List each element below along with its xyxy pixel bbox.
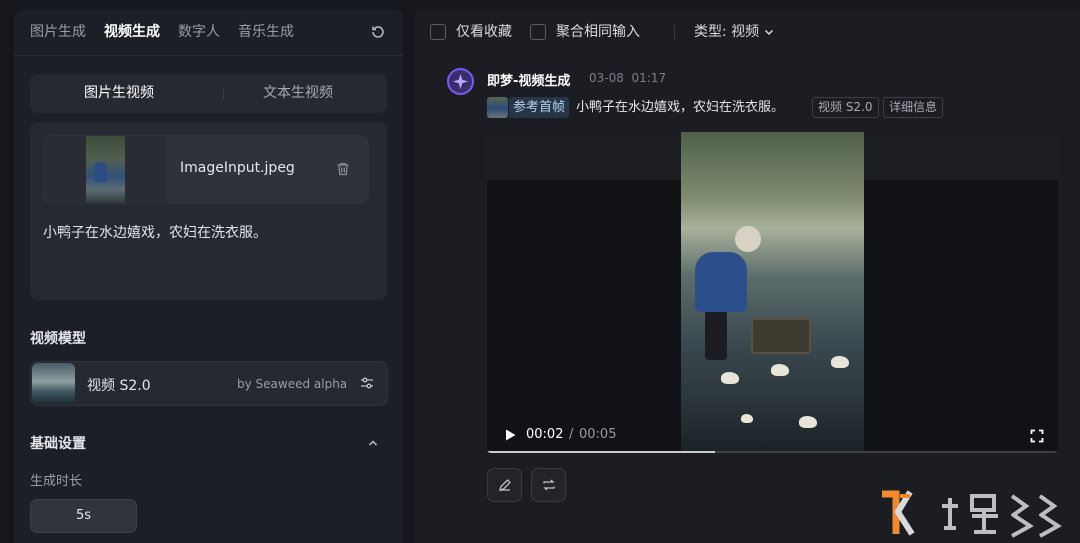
uploaded-image-thumbnail[interactable]	[44, 136, 167, 203]
dreamina-logo-icon	[447, 68, 474, 95]
scene-duck	[831, 356, 849, 368]
prompt-input-area[interactable]: ImageInput.jpeg 小鸭子在水边嬉戏，农妇在洗衣服。	[30, 122, 387, 300]
video-model-heading: 视频模型	[30, 331, 86, 347]
scene-washtub	[751, 318, 811, 354]
uploaded-file-name: ImageInput.jpeg	[180, 160, 295, 176]
repeat-icon	[543, 479, 555, 491]
fullscreen-icon[interactable]	[1030, 429, 1044, 443]
prompt-text[interactable]: 小鸭子在水边嬉戏，农妇在洗衣服。	[43, 222, 267, 242]
tab-image-generation[interactable]: 图片生成	[30, 21, 86, 45]
message-date: 03-08	[589, 71, 624, 85]
scene-figure-head	[735, 226, 761, 252]
uploaded-image-card: ImageInput.jpeg	[43, 135, 369, 204]
duration-label: 生成时长	[30, 474, 83, 489]
video-frame	[681, 132, 864, 453]
scene-duck	[721, 372, 739, 384]
favorites-only-label[interactable]: 仅看收藏	[456, 23, 512, 41]
basic-settings-heading: 基础设置	[30, 436, 86, 452]
scene-figure-body	[695, 252, 747, 312]
results-panel: 仅看收藏 聚合相同输入 类型: 视频 即梦-视频生成 03-08 01:17 参…	[414, 9, 1080, 543]
pencil-icon	[499, 479, 511, 491]
generation-settings-panel: 图片生成 视频生成 数字人 音乐生成 图片生视频 文本生视频 ImageInpu…	[14, 9, 403, 543]
model-tag: 视频 S2.0	[812, 97, 879, 118]
merge-same-input-label[interactable]: 聚合相同输入	[556, 23, 640, 41]
tab-video-generation[interactable]: 视频生成	[104, 21, 160, 45]
model-name: 视频 S2.0	[87, 378, 151, 394]
edit-button[interactable]	[487, 468, 522, 502]
sliders-icon[interactable]	[359, 375, 375, 391]
tab-music-generation[interactable]: 音乐生成	[238, 21, 294, 45]
video-total-time: 00:05	[579, 427, 617, 442]
refresh-icon[interactable]	[370, 24, 386, 40]
generation-type-tabs: 图片生成 视频生成 数字人 音乐生成	[30, 21, 294, 45]
regenerate-button[interactable]	[531, 468, 566, 502]
scene-duck	[771, 364, 789, 376]
video-current-time: 00:02	[526, 427, 564, 442]
details-tag[interactable]: 详细信息	[883, 97, 944, 118]
video-progress-track[interactable]	[487, 451, 1058, 453]
tab-digital-human[interactable]: 数字人	[178, 21, 220, 45]
filter-divider	[674, 25, 675, 41]
watermark-logo	[882, 490, 1062, 538]
model-provider: by Seaweed alpha	[237, 377, 348, 391]
video-time-separator: /	[569, 427, 574, 442]
chevron-down-icon	[765, 29, 774, 36]
duration-option-button[interactable]: 5s	[30, 499, 137, 533]
mode-text-to-video[interactable]: 文本生视频	[209, 74, 387, 113]
video-controls: 00:02 / 00:05	[487, 421, 1058, 453]
model-thumbnail	[32, 363, 75, 404]
type-filter-label: 类型: 视频	[694, 24, 760, 40]
merge-same-input-checkbox[interactable]	[530, 24, 546, 40]
video-progress-fill	[487, 451, 716, 453]
favorites-only-checkbox[interactable]	[430, 24, 446, 40]
play-icon[interactable]	[503, 428, 517, 442]
message-time: 01:17	[631, 71, 667, 85]
type-filter-dropdown[interactable]: 类型: 视频	[694, 23, 775, 41]
video-mode-switch: 图片生视频 文本生视频	[30, 74, 387, 113]
trash-icon[interactable]	[335, 161, 351, 177]
scene-figure-legs	[705, 310, 727, 360]
reference-frame-thumbnail[interactable]	[487, 97, 508, 118]
message-prompt: 小鸭子在水边嬉戏，农妇在洗衣服。	[576, 100, 785, 115]
model-selector[interactable]: 视频 S2.0 by Seaweed alpha	[30, 361, 388, 406]
tabs-divider	[14, 55, 403, 56]
message-timestamp: 03-08 01:17	[589, 71, 666, 85]
chevron-up-icon[interactable]	[366, 436, 380, 450]
mode-image-to-video[interactable]: 图片生视频	[30, 74, 208, 113]
message-title: 即梦-视频生成	[487, 74, 571, 89]
video-player[interactable]: 00:02 / 00:05	[487, 132, 1058, 453]
reference-frame-label: 参考首帧	[509, 97, 570, 118]
